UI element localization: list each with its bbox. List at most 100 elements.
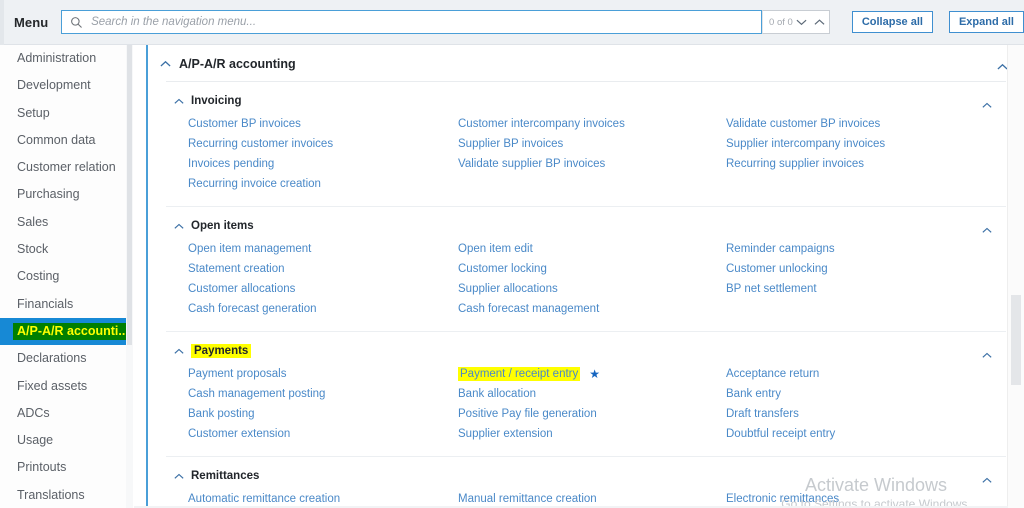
- menu-link[interactable]: Recurring customer invoices: [188, 134, 458, 154]
- section-links: Customer BP invoices Recurring customer i…: [148, 114, 1024, 206]
- menu-link[interactable]: Validate supplier BP invoices: [458, 154, 728, 174]
- menu-link[interactable]: Supplier allocations: [458, 279, 728, 299]
- menu-link-label: Invoices pending: [188, 158, 275, 170]
- collapse-section-chevron-up-icon[interactable]: [982, 96, 992, 114]
- menu-link[interactable]: Customer locking: [458, 259, 728, 279]
- menu-link-label: Validate supplier BP invoices: [458, 158, 606, 170]
- menu-link-label: Supplier allocations: [458, 283, 558, 295]
- menu-link[interactable]: Positive Pay file generation: [458, 404, 728, 424]
- search-input[interactable]: [87, 11, 762, 33]
- section-header[interactable]: Remittances: [148, 463, 1024, 489]
- menu-link[interactable]: Open item edit: [458, 239, 728, 259]
- navigation-menu-page: Menu 0 of 0 Collapse all Expand all Admi…: [0, 0, 1024, 508]
- sidebar-item-a-p-a-r-accounti[interactable]: A/P-A/R accounti...: [0, 317, 132, 346]
- menu-link[interactable]: Customer extension: [188, 424, 458, 444]
- menu-link[interactable]: Payment proposals: [188, 364, 458, 384]
- sidebar-item-costing[interactable]: Costing: [0, 263, 132, 290]
- menu-link[interactable]: Recurring invoice creation: [188, 174, 458, 194]
- menu-link[interactable]: Doubtful receipt entry: [726, 424, 1016, 444]
- favorite-star-icon[interactable]: ★: [589, 367, 600, 381]
- menu-section: Invoicing Customer BP invoices Recurring c…: [148, 88, 1024, 207]
- sidebar-item-stock[interactable]: Stock: [0, 236, 132, 263]
- menu-link[interactable]: Acceptance return: [726, 364, 1016, 384]
- section-header[interactable]: Open items: [148, 213, 1024, 239]
- menu-link[interactable]: Statement creation: [188, 259, 458, 279]
- sidebar-item-declarations[interactable]: Declarations: [0, 345, 132, 372]
- menu-link[interactable]: Customer unlocking: [726, 259, 1016, 279]
- collapse-all-button[interactable]: Collapse all: [851, 11, 933, 33]
- menu-link[interactable]: Bank allocation: [458, 384, 728, 404]
- chevron-up-icon[interactable]: [811, 11, 829, 33]
- menu-link-label: Cash management posting: [188, 388, 326, 400]
- menu-link[interactable]: Cash forecast generation: [188, 299, 458, 319]
- menu-link-label: Customer BP invoices: [188, 118, 301, 130]
- sidebar-item-translations[interactable]: Translations: [0, 482, 132, 508]
- section-header[interactable]: Payments: [148, 338, 1024, 364]
- menu-link-label: Supplier intercompany invoices: [726, 138, 886, 150]
- search-counter-text: 0 of 0: [769, 16, 793, 28]
- menu-link[interactable]: Cash forecast management: [458, 299, 728, 319]
- menu-link[interactable]: Recurring supplier invoices: [726, 154, 1016, 174]
- menu-link[interactable]: Customer allocations: [188, 279, 458, 299]
- page-header-divider: [166, 81, 1006, 82]
- sidebar-item-usage[interactable]: Usage: [0, 427, 132, 454]
- menu-link[interactable]: Customer BP invoices: [188, 114, 458, 134]
- sidebar-item-customer-relation[interactable]: Customer relation: [0, 154, 132, 181]
- menu-link[interactable]: Supplier BP invoices: [458, 134, 728, 154]
- menu-link-label: Reminder campaigns: [726, 243, 835, 255]
- chevron-up-icon[interactable]: [174, 342, 184, 360]
- sidebar-scrollbar-thumb[interactable]: [127, 45, 132, 345]
- section-header[interactable]: Invoicing: [148, 88, 1024, 114]
- content-scrollbar-thumb[interactable]: [1011, 295, 1021, 385]
- sidebar-item-adcs[interactable]: ADCs: [0, 400, 132, 427]
- collapse-section-chevron-up-icon[interactable]: [982, 471, 992, 489]
- menu-link[interactable]: Open item management: [188, 239, 458, 259]
- sidebar-item-common-data[interactable]: Common data: [0, 127, 132, 154]
- sidebar-item-fixed-assets[interactable]: Fixed assets: [0, 373, 132, 400]
- menu-link[interactable]: Invoices pending: [188, 154, 458, 174]
- chevron-up-icon[interactable]: [174, 467, 184, 485]
- menu-link-label: Open item management: [188, 243, 312, 255]
- menu-link[interactable]: Supplier intercompany invoices: [726, 134, 1016, 154]
- menu-link[interactable]: BP net settlement: [726, 279, 1016, 299]
- section-links: Payment proposals Cash management posting…: [148, 364, 1024, 456]
- menu-link[interactable]: Supplier extension: [458, 424, 728, 444]
- sidebar-item-financials[interactable]: Financials: [0, 291, 132, 318]
- menu-link-label: Customer allocations: [188, 283, 296, 295]
- chevron-down-icon[interactable]: [793, 11, 811, 33]
- collapse-section-chevron-up-icon[interactable]: [982, 346, 992, 364]
- menu-link[interactable]: Cash management posting: [188, 384, 458, 404]
- expand-all-button[interactable]: Expand all: [948, 11, 1024, 33]
- collapse-section-chevron-up-icon[interactable]: [982, 221, 992, 239]
- link-column: Payment / receipt entry ★ Bank allocation P…: [458, 364, 728, 444]
- sidebar-item-printouts[interactable]: Printouts: [0, 454, 132, 481]
- menu-link-label: Recurring invoice creation: [188, 178, 321, 190]
- section-title: Open items: [191, 220, 254, 232]
- menu-link[interactable]: Payment / receipt entry ★: [458, 364, 728, 384]
- menu-link-label: Statement creation: [188, 263, 285, 275]
- search-icon: [65, 16, 87, 29]
- sidebar-item-sales[interactable]: Sales: [0, 209, 132, 236]
- menu-content-panel: A/P-A/R accounting Invoicing Customer BP …: [134, 45, 1024, 508]
- menu-link[interactable]: Customer intercompany invoices: [458, 114, 728, 134]
- menu-link-label: Payment / receipt entry: [458, 367, 581, 381]
- menu-link-label: Cash forecast generation: [188, 303, 317, 315]
- menu-link[interactable]: Validate customer BP invoices: [726, 114, 1016, 134]
- menu-link-label: Draft transfers: [726, 408, 799, 420]
- sidebar-item-purchasing[interactable]: Purchasing: [0, 181, 132, 208]
- menu-link[interactable]: Bank entry: [726, 384, 1016, 404]
- sidebar-item-setup[interactable]: Setup: [0, 100, 132, 127]
- sidebar-item-administration[interactable]: Administration: [0, 45, 132, 72]
- menu-link[interactable]: Draft transfers: [726, 404, 1016, 424]
- chevron-up-icon[interactable]: [160, 55, 171, 73]
- sidebar-item-development[interactable]: Development: [0, 72, 132, 99]
- chevron-up-icon[interactable]: [174, 92, 184, 110]
- content-scrollbar[interactable]: [1007, 45, 1024, 508]
- sidebar-scrollbar[interactable]: [126, 45, 133, 508]
- chevron-up-icon[interactable]: [174, 217, 184, 235]
- menu-link[interactable]: Bank posting: [188, 404, 458, 424]
- page-header[interactable]: A/P-A/R accounting: [148, 45, 1024, 75]
- search-field-wrapper[interactable]: [61, 10, 763, 34]
- menu-link[interactable]: Reminder campaigns: [726, 239, 1016, 259]
- menu-section: Remittances Automatic remittance creation…: [148, 463, 1024, 508]
